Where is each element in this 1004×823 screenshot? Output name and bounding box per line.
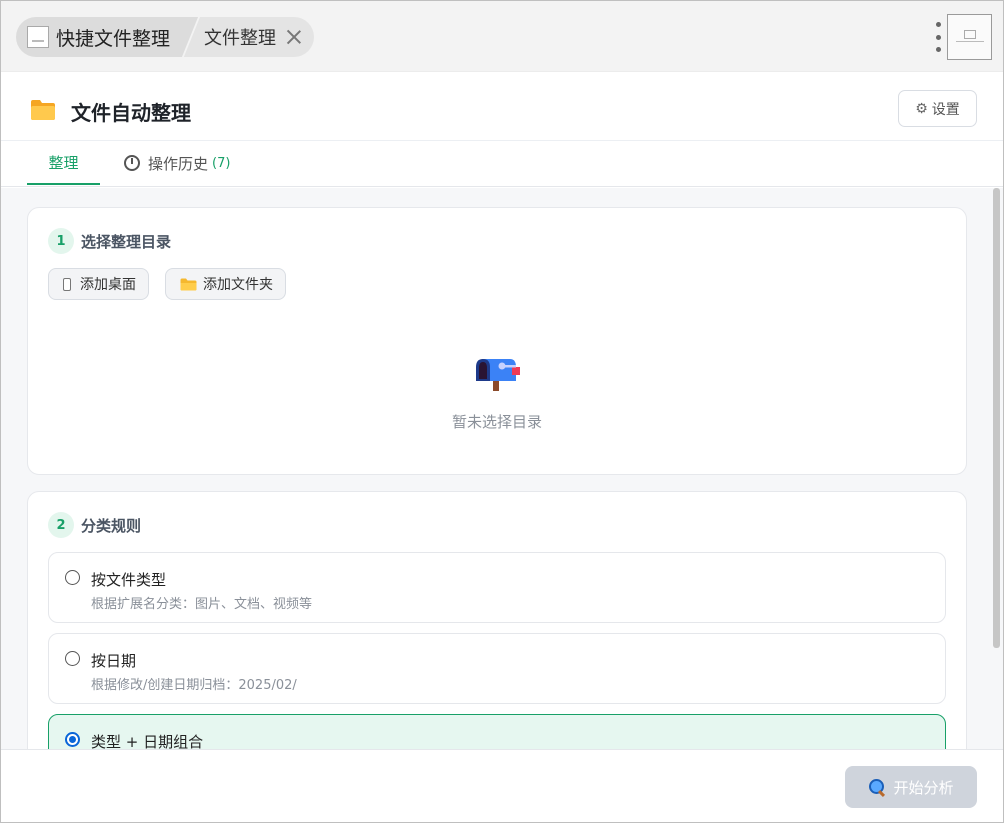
close-icon[interactable]	[286, 29, 302, 45]
section-title: 分类规则	[81, 517, 142, 535]
step-select-directory-card: 1 选择整理目录 添加桌面 添加文件夹 暂未选择目录	[27, 207, 967, 475]
add-folder-label: 添加文件夹	[203, 277, 273, 293]
option-title: 类型 + 日期组合	[91, 733, 204, 749]
kebab-dot	[935, 34, 941, 40]
add-desktop-label: 添加桌面	[80, 277, 136, 293]
settings-label: 设置	[931, 101, 960, 118]
section-title: 选择整理目录	[81, 233, 172, 251]
page-header: 文件自动整理 ⚙ 设置	[1, 72, 1003, 141]
rule-option-by-type[interactable]: 按文件类型 根据扩展名分类：图片、文档、视频等	[48, 552, 946, 623]
more-menu-icon[interactable]	[931, 22, 945, 52]
tab-organize[interactable]: 整理	[27, 141, 100, 185]
radio-button[interactable]	[65, 570, 80, 585]
option-title: 按日期	[91, 652, 137, 670]
breadcrumb: 快捷文件整理 文件整理	[16, 17, 315, 57]
radio-button[interactable]	[65, 651, 80, 666]
start-analysis-button[interactable]: 开始分析	[845, 766, 977, 808]
tab-history[interactable]: 操作历史 (7)	[124, 141, 230, 185]
breadcrumb-tab[interactable]: 文件整理	[184, 17, 315, 57]
tab-bar: 整理 操作历史 (7)	[1, 141, 1003, 187]
step-number-badge: 2	[48, 512, 74, 538]
app-window: 快捷文件整理 文件整理 文件自动整理 ⚙ 设置 整理 操作历史 (7) 1 选择…	[0, 0, 1004, 823]
option-description: 根据扩展名分类：图片、文档、视频等	[91, 597, 313, 612]
step-classification-rules-card: 2 分类规则 按文件类型 根据扩展名分类：图片、文档、视频等 按日期 根据修改/…	[27, 491, 967, 749]
settings-button[interactable]: ⚙ 设置	[898, 90, 977, 127]
mailbox-icon	[476, 359, 520, 391]
empty-state-text: 暂未选择目录	[451, 413, 542, 431]
tab-label: 整理	[48, 153, 79, 172]
tab-label: 操作历史	[148, 154, 209, 173]
desktop-icon	[63, 277, 71, 291]
folder-icon	[180, 278, 197, 290]
title-bar: 快捷文件整理 文件整理	[1, 1, 1003, 72]
add-folder-button[interactable]: 添加文件夹	[165, 268, 286, 300]
page-title: 文件自动整理	[71, 101, 191, 125]
start-analysis-label: 开始分析	[893, 778, 954, 797]
kebab-dot	[935, 47, 941, 52]
main-content: 1 选择整理目录 添加桌面 添加文件夹 暂未选择目录 2 分类规则 按文件类型 …	[1, 188, 1003, 749]
breadcrumb-app[interactable]: 快捷文件整理	[16, 17, 181, 57]
folder-icon	[31, 100, 55, 120]
clock-icon	[124, 155, 140, 171]
option-title: 按文件类型	[91, 571, 167, 589]
rule-option-by-date[interactable]: 按日期 根据修改/创建日期归档：2025/02/	[48, 633, 946, 704]
magnifier-icon	[868, 778, 886, 796]
gear-icon: ⚙	[915, 100, 928, 117]
app-title: 快捷文件整理	[56, 27, 171, 50]
option-description: 根据修改/创建日期归档：2025/02/	[91, 678, 297, 693]
radio-button-selected[interactable]	[65, 732, 80, 747]
rule-option-type-date-combo[interactable]: 类型 + 日期组合	[48, 714, 946, 749]
kebab-dot	[935, 22, 941, 27]
scrollbar-thumb[interactable]	[993, 188, 1000, 648]
history-count-badge: (7)	[212, 155, 231, 171]
step-number-badge: 1	[48, 228, 74, 254]
window-thumbnail[interactable]	[947, 14, 992, 60]
app-icon	[27, 26, 49, 48]
footer-bar: 开始分析	[1, 749, 1003, 822]
tab-title: 文件整理	[204, 28, 277, 49]
add-desktop-button[interactable]: 添加桌面	[48, 268, 149, 300]
